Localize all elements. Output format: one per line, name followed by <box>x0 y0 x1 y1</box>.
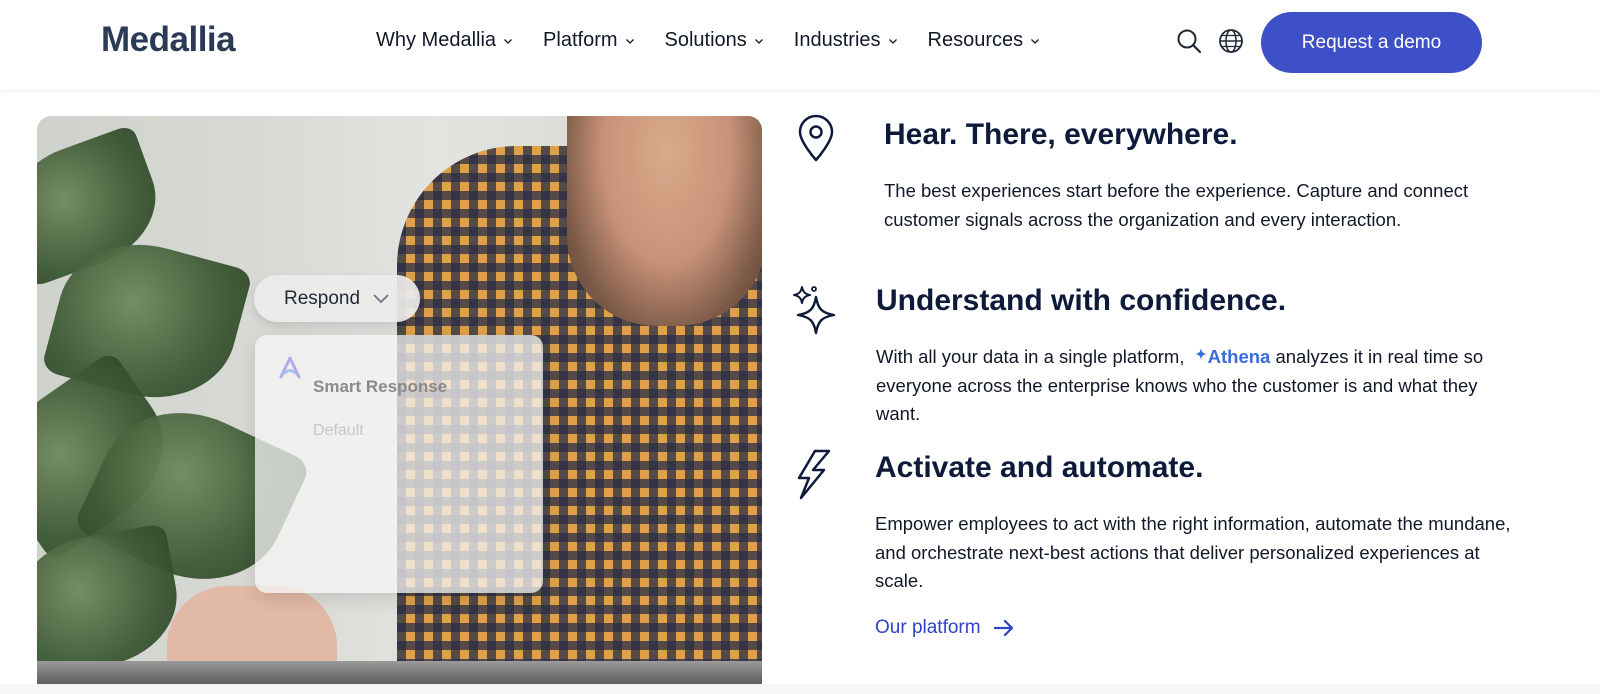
feature-text: With all your data in a single platform,… <box>876 343 1516 429</box>
athena-logo-icon <box>279 356 301 379</box>
feature-title: Understand with confidence. <box>876 284 1287 317</box>
laptop-edge <box>37 661 762 686</box>
link-label: Our platform <box>875 617 981 638</box>
location-pin-icon <box>798 114 834 162</box>
nav-label: Platform <box>543 29 618 51</box>
chevron-down-icon <box>373 293 389 303</box>
person-face <box>567 116 762 326</box>
nav-label: Why Medallia <box>376 29 497 51</box>
smart-response-card: Smart Response Default <box>255 335 543 593</box>
chevron-down-icon <box>1031 38 1040 44</box>
plant-leaf <box>37 523 188 679</box>
athena-sparkle-icon <box>1194 348 1207 360</box>
smart-response-option[interactable]: Default <box>313 422 364 440</box>
section-divider <box>0 684 1600 694</box>
respond-dropdown[interactable]: Respond <box>254 275 420 322</box>
request-demo-button[interactable]: Request a demo <box>1261 12 1482 73</box>
feature-text-start: With all your data in a single platform, <box>876 346 1185 367</box>
feature-title: Hear. There, everywhere. <box>884 118 1238 151</box>
chevron-down-icon <box>504 38 513 44</box>
feature-title: Activate and automate. <box>875 451 1204 484</box>
medallia-logo[interactable]: Medallia <box>101 20 236 60</box>
chevron-down-icon <box>754 38 763 44</box>
respond-label: Respond <box>283 287 361 309</box>
nav-label: Industries <box>793 29 881 51</box>
chevron-down-icon <box>625 38 634 44</box>
smart-response-title: Smart Response <box>313 377 448 396</box>
lightning-icon <box>797 449 831 500</box>
search-icon[interactable] <box>1175 27 1203 55</box>
feature-text: The best experiences start before the ex… <box>884 180 1469 230</box>
nav-solutions[interactable]: Solutions <box>665 29 764 52</box>
nav-industries[interactable]: Industries <box>794 29 898 52</box>
chevron-down-icon <box>888 38 897 44</box>
nav-resources[interactable]: Resources <box>928 29 1041 52</box>
sparkles-icon <box>793 286 836 335</box>
our-platform-link[interactable]: Our platform <box>875 617 1015 639</box>
nav-label: Solutions <box>664 29 747 51</box>
globe-icon[interactable] <box>1217 27 1245 55</box>
feature-text: Empower employees to act with the right … <box>875 513 1511 591</box>
arrow-right-icon <box>993 619 1013 637</box>
nav-label: Resources <box>927 29 1024 51</box>
athena-link[interactable]: Athena <box>1208 346 1271 367</box>
nav-why-medallia[interactable]: Why Medallia <box>376 29 513 52</box>
main-nav: Why Medallia Platform Solutions Industri… <box>376 29 1070 52</box>
nav-platform[interactable]: Platform <box>543 29 634 52</box>
site-header: Medallia Why Medallia Platform Solutions… <box>0 0 1600 90</box>
